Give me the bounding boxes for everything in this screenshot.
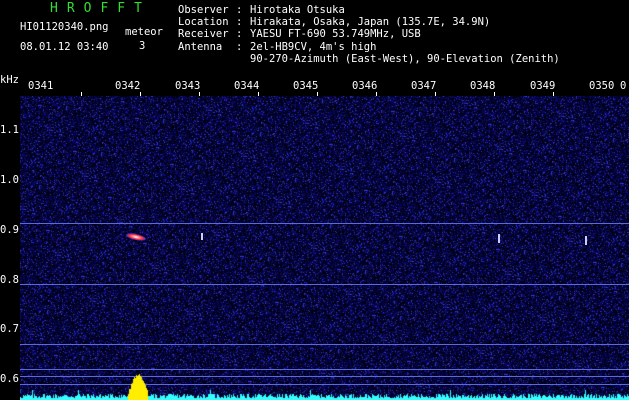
- meteor-label: meteor: [125, 26, 163, 38]
- time-tick-label: 0350: [589, 80, 615, 92]
- time-tick-label: 0345: [293, 80, 319, 92]
- observer-label: Observer: [178, 4, 229, 16]
- separator: :: [236, 28, 243, 41]
- separator: :: [236, 4, 243, 16]
- antenna-row: Antenna : 2el-HB9CV, 4m's high: [178, 41, 560, 53]
- noise-layer: [20, 96, 629, 400]
- timestamp: 08.01.12 03:40: [20, 41, 109, 53]
- time-tick-label: 0346: [352, 80, 378, 92]
- antenna-detail: 90-270-Azimuth (East-West), 90-Elevation…: [250, 52, 560, 65]
- app-brand: HROFFT: [50, 1, 151, 16]
- time-tick-label: 0344: [234, 80, 260, 92]
- reference-line: [20, 344, 629, 345]
- receiver-row: Receiver : YAESU FT-690 53.749MHz, USB: [178, 28, 560, 40]
- frequency-tick-label: 0.6: [0, 373, 19, 385]
- meteor-echo: [498, 234, 500, 243]
- separator: :: [236, 40, 243, 53]
- frequency-tick-label: 1.0: [0, 174, 19, 186]
- signal-baseline: [20, 370, 629, 400]
- frequency-tick-label: 0.9: [0, 224, 19, 236]
- time-tick-label: 0343: [175, 80, 201, 92]
- antenna-detail-row: 90-270-Azimuth (East-West), 90-Elevation…: [178, 53, 560, 65]
- antenna-label: Antenna: [178, 40, 223, 53]
- reference-line: [20, 223, 629, 224]
- frequency-unit-label: kHz: [0, 74, 19, 86]
- spectrogram-plot: [20, 96, 629, 400]
- file-name: HI01120340.png: [20, 21, 109, 33]
- location-label: Location: [178, 16, 229, 29]
- antenna-value: 2el-HB9CV, 4m's high: [250, 40, 377, 53]
- meteor-echo: [585, 236, 587, 245]
- observer-value: Hirotaka Otsuka: [250, 4, 345, 16]
- receiver-label: Receiver: [178, 28, 229, 41]
- station-info: Observer : Hirotaka Otsuka Location : Hi…: [178, 4, 560, 65]
- time-tick-label: 0349: [530, 80, 556, 92]
- time-tick-label: 0347: [411, 80, 437, 92]
- location-value: Hirakata, Osaka, Japan (135.7E, 34.9N): [250, 16, 491, 29]
- location-row: Location : Hirakata, Osaka, Japan (135.7…: [178, 16, 560, 28]
- observer-row: Observer : Hirotaka Otsuka: [178, 4, 560, 16]
- time-tick-label: 0348: [470, 80, 496, 92]
- time-tick-label: 0341: [28, 80, 54, 92]
- frequency-tick-label: 1.1: [0, 124, 19, 136]
- frequency-tick-label: 0.7: [0, 323, 19, 335]
- meteor-count: 3: [139, 40, 146, 52]
- separator: :: [236, 16, 243, 29]
- receiver-value: YAESU FT-690 53.749MHz, USB: [250, 28, 421, 41]
- frequency-tick-label: 0.8: [0, 274, 19, 286]
- right-axis-label: 0: [620, 80, 627, 92]
- reference-line: [20, 284, 629, 285]
- meteor-echo: [201, 233, 203, 240]
- time-tick-label: 0342: [115, 80, 141, 92]
